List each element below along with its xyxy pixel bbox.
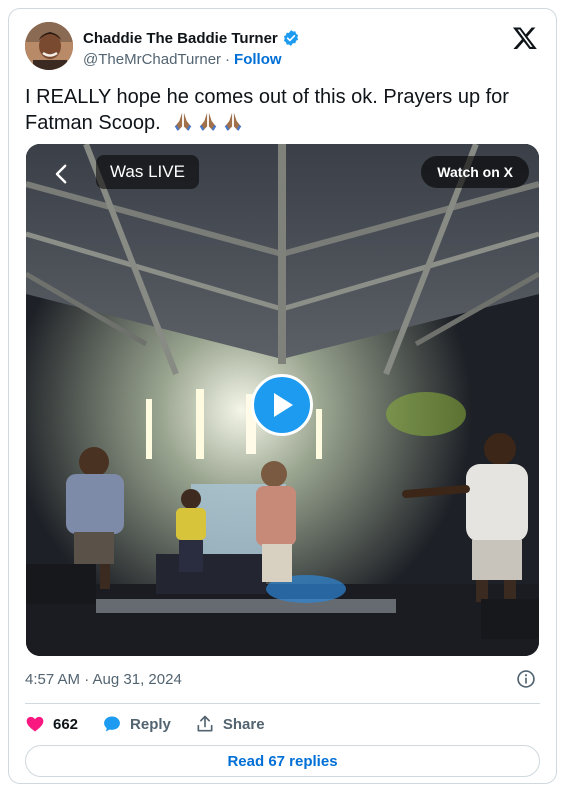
tweet-text: I REALLY hope he comes out of this ok. P… xyxy=(25,86,509,134)
play-icon xyxy=(274,393,293,417)
praying-hands-emoji xyxy=(172,110,244,132)
author-handle-row: @TheMrChadTurner · Follow xyxy=(83,51,300,68)
tweet-timestamp[interactable]: 4:57 AM · Aug 31, 2024 xyxy=(25,671,182,688)
praying-hands-icon xyxy=(224,112,242,131)
divider xyxy=(25,703,540,704)
share-button[interactable]: Share xyxy=(195,714,265,734)
tweet-card: Chaddie The Baddie Turner @TheMrChadTurn… xyxy=(8,8,557,784)
watch-on-x-button[interactable]: Watch on X xyxy=(421,156,529,188)
back-button[interactable] xyxy=(44,156,80,192)
read-replies-label[interactable]: Read 67 replies xyxy=(227,753,337,770)
avatar[interactable] xyxy=(25,22,73,70)
reply-button[interactable]: Reply xyxy=(102,714,171,734)
info-icon[interactable] xyxy=(516,669,536,689)
verified-badge-icon xyxy=(283,30,298,46)
praying-hands-icon xyxy=(199,112,217,131)
like-button[interactable]: 662 xyxy=(25,714,78,734)
like-count: 662 xyxy=(53,715,79,733)
play-button[interactable] xyxy=(251,374,313,436)
display-name-text[interactable]: Chaddie The Baddie Turner xyxy=(83,30,278,47)
watch-on-x-label[interactable]: Watch on X xyxy=(437,164,513,180)
tweet-header: Chaddie The Baddie Turner @TheMrChadTurn… xyxy=(25,21,540,73)
share-label[interactable]: Share xyxy=(223,716,265,733)
timestamp-row: 4:57 AM · Aug 31, 2024 xyxy=(25,667,540,691)
handle-separator: · xyxy=(225,51,231,68)
avatar-image xyxy=(25,22,73,70)
x-logo-icon[interactable] xyxy=(512,25,538,51)
author-handle[interactable]: @TheMrChadTurner xyxy=(83,51,221,68)
reply-label[interactable]: Reply xyxy=(130,716,171,733)
reply-bubble-icon xyxy=(104,716,120,732)
author-names: Chaddie The Baddie Turner @TheMrChadTurn… xyxy=(83,29,300,68)
follow-link[interactable]: Follow xyxy=(234,51,282,68)
praying-hands-icon xyxy=(174,112,192,131)
share-icon xyxy=(197,715,213,732)
was-live-label: Was LIVE xyxy=(110,162,185,181)
was-live-badge: Was LIVE xyxy=(96,155,199,189)
chevron-left-icon xyxy=(55,164,67,184)
action-bar: 662 Reply Share xyxy=(25,705,540,743)
tweet-body: I REALLY hope he comes out of this ok. P… xyxy=(25,85,540,136)
read-replies-button[interactable]: Read 67 replies xyxy=(25,745,540,777)
video-player[interactable]: Was LIVE Watch on X xyxy=(26,144,539,656)
heart-icon xyxy=(26,716,44,732)
author-display-name[interactable]: Chaddie The Baddie Turner xyxy=(83,29,300,47)
